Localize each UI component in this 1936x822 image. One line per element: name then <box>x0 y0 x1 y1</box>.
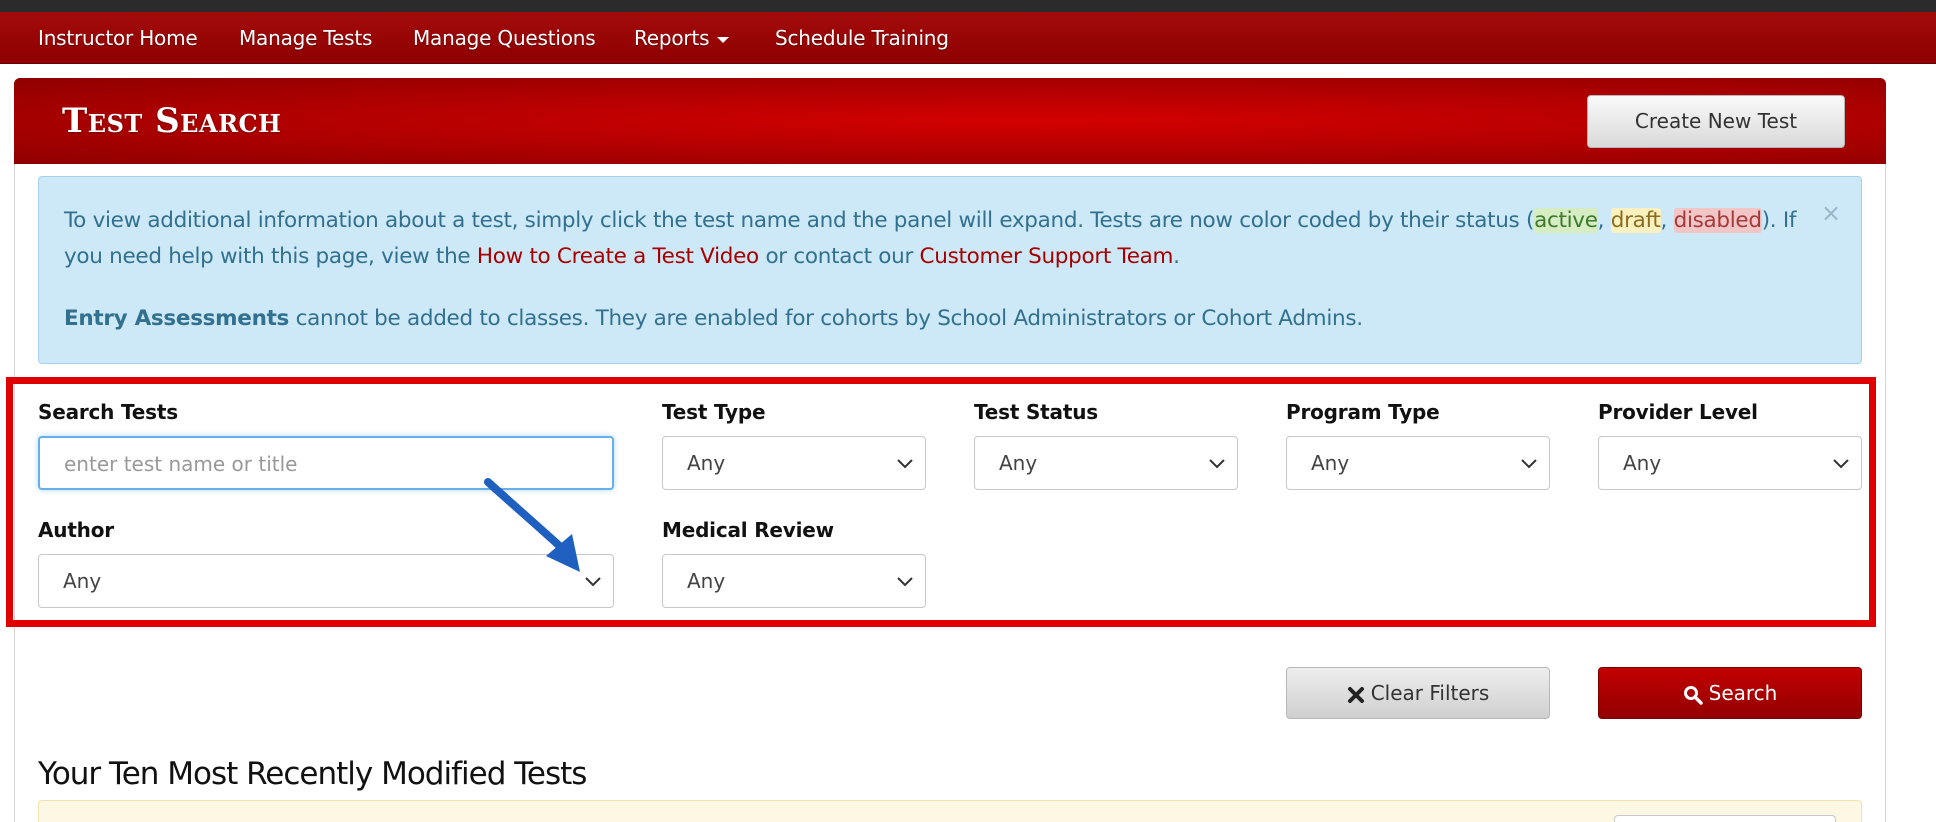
page-title: Test Search <box>62 101 282 141</box>
annotation-arrow-icon <box>484 478 580 572</box>
provider-level-select[interactable]: Any <box>1598 436 1862 490</box>
recent-tests-heading: Your Ten Most Recently Modified Tests <box>38 756 587 792</box>
alert-sep-1: , <box>1597 208 1611 233</box>
entry-assessments-label: Entry Assessments <box>64 306 290 331</box>
info-alert: To view additional information about a t… <box>38 176 1862 364</box>
nav-schedule-training[interactable]: Schedule Training <box>775 12 949 64</box>
nav-reports[interactable]: Reports <box>634 12 730 64</box>
nav-instructor-home[interactable]: Instructor Home <box>38 12 198 64</box>
chevron-down-icon <box>1833 459 1849 469</box>
chevron-down-icon <box>1521 459 1537 469</box>
author-value: Any <box>63 569 102 593</box>
top-strip <box>0 0 1936 12</box>
chevron-down-icon <box>897 577 913 587</box>
test-status-select[interactable]: Any <box>974 436 1238 490</box>
customer-support-link[interactable]: Customer Support Team <box>920 244 1174 269</box>
test-type-label: Test Type <box>662 400 766 424</box>
alert-text-e: cannot be added to classes. They are ena… <box>289 306 1363 331</box>
clear-filters-label: Clear Filters <box>1370 681 1490 705</box>
medical-review-value: Any <box>687 569 726 593</box>
search-label: Search <box>1708 681 1778 705</box>
caret-down-icon <box>717 36 730 43</box>
program-type-value: Any <box>1311 451 1350 475</box>
medical-review-label: Medical Review <box>662 518 834 542</box>
alert-sep-2: , <box>1660 208 1674 233</box>
search-button[interactable]: Search <box>1598 667 1862 719</box>
medical-review-select[interactable]: Any <box>662 554 926 608</box>
status-active-badge: active <box>1534 208 1598 233</box>
chevron-down-icon <box>1209 459 1225 469</box>
recent-tests-panel <box>38 800 1862 822</box>
recent-tests-action-button[interactable] <box>1614 815 1836 822</box>
test-type-value: Any <box>687 451 726 475</box>
alert-text-d: . <box>1173 244 1180 269</box>
alert-paragraph-1: To view additional information about a t… <box>64 203 1804 275</box>
search-icon <box>1683 685 1703 705</box>
provider-level-value: Any <box>1623 451 1662 475</box>
program-type-select[interactable]: Any <box>1286 436 1550 490</box>
provider-level-label: Provider Level <box>1598 400 1758 424</box>
x-icon <box>1347 686 1364 703</box>
test-status-value: Any <box>999 451 1038 475</box>
search-tests-label: Search Tests <box>38 400 178 424</box>
alert-paragraph-2: Entry Assessments cannot be added to cla… <box>64 301 1804 337</box>
test-status-label: Test Status <box>974 400 1098 424</box>
create-new-test-button[interactable]: Create New Test <box>1587 95 1845 148</box>
clear-filters-button[interactable]: Clear Filters <box>1286 667 1550 719</box>
how-to-create-test-video-link[interactable]: How to Create a Test Video <box>477 244 759 269</box>
program-type-label: Program Type <box>1286 400 1440 424</box>
main-navbar: Instructor Home Manage Tests Manage Ques… <box>0 12 1936 64</box>
alert-text-c: or contact our <box>758 244 920 269</box>
status-disabled-badge: disabled <box>1673 208 1762 233</box>
nav-reports-label: Reports <box>634 26 710 50</box>
author-label: Author <box>38 518 114 542</box>
status-draft-badge: draft <box>1610 208 1661 233</box>
test-type-select[interactable]: Any <box>662 436 926 490</box>
close-icon[interactable]: × <box>1821 199 1841 227</box>
nav-manage-tests[interactable]: Manage Tests <box>239 12 372 64</box>
nav-manage-questions[interactable]: Manage Questions <box>413 12 596 64</box>
chevron-down-icon <box>897 459 913 469</box>
alert-text-a: To view additional information about a t… <box>64 208 1535 233</box>
